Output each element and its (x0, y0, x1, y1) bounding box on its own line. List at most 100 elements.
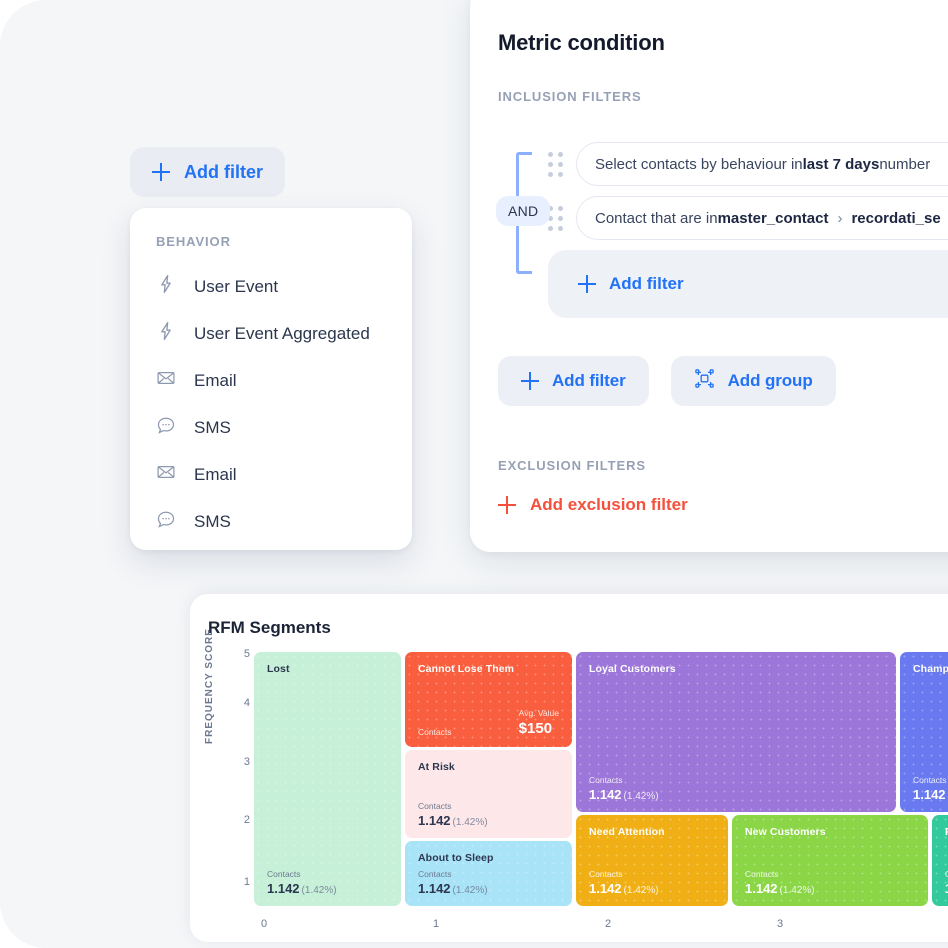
inclusion-filter-group: AND Select contacts by behaviour in last… (496, 142, 948, 318)
chat-bubble-icon (156, 415, 176, 440)
add-filter-button[interactable]: Add filter (130, 147, 285, 197)
tile-name: Cannot Lose Them (418, 663, 515, 675)
tile-footer: Contacts 1.142(1.42%) (267, 869, 388, 896)
x-axis-tick: 2 (604, 918, 612, 930)
operator-badge[interactable]: AND (496, 196, 551, 226)
tile-name: New Customers (745, 826, 826, 838)
add-filter-label: Add filter (184, 161, 263, 182)
tile-contacts-label: Contacts (913, 775, 947, 785)
filter-row: Contact that are in master_contact › recor… (548, 196, 948, 240)
tile-contacts-value: 1.142(1.42%) (418, 813, 559, 828)
treemap-tile-about-to-sleep[interactable]: About to Sleep Contacts 1.142 (1.42%) (405, 841, 572, 906)
tile-footer: Contacts 1.142(1.42%) (418, 869, 559, 896)
drag-handle-icon[interactable] (548, 151, 563, 177)
inner-add-filter-button[interactable]: Add filter (548, 250, 948, 318)
chevron-right-icon: › (837, 209, 843, 227)
tile-contacts-number: 1.142 (418, 881, 451, 896)
filter-text-bold: master_contact (717, 209, 829, 227)
tile-contacts-percent: (1.42%) (452, 885, 488, 896)
behavior-heading: BEHAVIOR (156, 234, 231, 249)
tile-contacts-number: 1.142 (267, 881, 300, 896)
tile-contacts-percent: (1.42%) (301, 885, 337, 896)
menu-item-label: Email (194, 370, 237, 390)
menu-item-label: SMS (194, 511, 231, 531)
filter-text-middle: number (879, 155, 931, 173)
y-axis-tick: 1 (243, 876, 250, 888)
tile-contacts-percent: (1.42%) (623, 885, 659, 896)
tile-contacts-label: Contacts (267, 869, 301, 879)
inclusion-filters-label: INCLUSION FILTERS (498, 89, 642, 104)
tile-footer: Contacts 1.142(1.42%) (589, 869, 715, 896)
menu-item-sms-1[interactable]: SMS (156, 404, 412, 451)
tile-contacts-percent: (1.42%) (452, 817, 488, 828)
treemap-tile-lost[interactable]: Lost Contacts 1.142 (1.42%) (254, 652, 401, 906)
behavior-dropdown-menu[interactable]: BEHAVIOR User Event User Event Aggregate… (130, 208, 412, 550)
tile-contacts-percent: (1.42%) (779, 885, 815, 896)
tile-footer: Contacts 1.142(1.42%) (418, 801, 559, 828)
x-axis-tick: 3 (776, 918, 784, 930)
x-axis-tick: 1 (432, 918, 440, 930)
filter-text-prefix: Contact that are in (595, 209, 718, 227)
menu-item-label: SMS (194, 417, 231, 437)
page-title: Metric condition (498, 30, 665, 55)
filter-condition-pill[interactable]: Select contacts by behaviour in last 7 d… (576, 142, 948, 186)
tile-contacts-value: 1.142(1.42%) (418, 881, 559, 896)
tile-name: Loyal Customers (589, 663, 676, 675)
add-group-button[interactable]: Add group (670, 356, 836, 406)
tile-contacts-number: 1.142 (589, 787, 622, 802)
exclusion-filters-label: EXCLUSION FILTERS (498, 458, 646, 473)
menu-item-label: Email (194, 464, 237, 484)
treemap-tile-loyal-customers[interactable]: Loyal Customers Contacts 1.142 (1.42%) (576, 652, 896, 812)
filter-actions: Add filter Add group (498, 356, 948, 406)
tile-contacts-value: 1.142(1.42%) (745, 881, 915, 896)
treemap-tile-new-customers[interactable]: New Customers Contacts 1.142 (1.42%) (732, 815, 928, 906)
tile-contacts-number: 1.142 (745, 881, 778, 896)
x-axis-tick: 0 (260, 918, 268, 930)
menu-item-sms-2[interactable]: SMS (156, 498, 412, 545)
envelope-icon (156, 368, 176, 393)
rfm-segments-card: RFM Segments FREQUENCY SCORE 5 4 3 2 1 0… (190, 594, 948, 942)
filter-row: Select contacts by behaviour in last 7 d… (548, 142, 948, 186)
filter-text-bold: last 7 days (802, 155, 880, 173)
treemap-plot-area: FREQUENCY SCORE 5 4 3 2 1 0 1 2 3 4 Lost… (204, 628, 948, 942)
treemap-tiles: Lost Contacts 1.142 (1.42%) Cannot Lose T… (254, 652, 948, 906)
menu-item-email-2[interactable]: Email (156, 451, 412, 498)
add-filter-button[interactable]: Add filter (498, 356, 649, 406)
plus-icon (152, 163, 170, 181)
inner-add-filter-label: Add filter (609, 274, 684, 293)
treemap-tile-champions[interactable]: Champions Contacts 1.142(1.42%) (900, 652, 948, 812)
tile-contacts-label: Contacts (745, 869, 779, 879)
filter-condition-pill[interactable]: Contact that are in master_contact › recor… (576, 196, 948, 240)
menu-item-user-event[interactable]: User Event (156, 263, 412, 310)
exclusion-section: EXCLUSION FILTERS Add exclusion filter (498, 458, 948, 519)
tile-contacts-number: 1.142 (418, 813, 451, 828)
tile-contacts-label: Contacts (589, 775, 623, 785)
tile-contacts-number: 1.142 (913, 787, 946, 802)
tile-contacts-value: 1.142(1.42%) (913, 787, 948, 802)
treemap-tile-cannot-lose-them[interactable]: Cannot Lose Them Contacts Avg. Value $15… (405, 652, 572, 747)
drag-handle-icon[interactable] (548, 205, 563, 231)
add-group-label: Add group (727, 371, 813, 390)
filter-text-bold-2: recordati_se (851, 209, 941, 227)
treemap-tile-at-risk[interactable]: At Risk Contacts 1.142 (1.42%) (405, 750, 572, 838)
treemap-tile-promising[interactable]: Promising Contacts 1.142 (932, 815, 948, 906)
bolt-icon (156, 321, 176, 346)
treemap-tile-need-attention[interactable]: Need Attention Contacts 1.142 (1.42%) (576, 815, 728, 906)
add-exclusion-filter-label: Add exclusion filter (530, 495, 688, 514)
tile-avg-value-label: Avg. Value (518, 708, 559, 718)
menu-item-email-1[interactable]: Email (156, 357, 412, 404)
add-exclusion-filter-button[interactable]: Add exclusion filter (498, 495, 688, 515)
selection-group-icon (694, 368, 715, 394)
plus-icon (578, 275, 596, 293)
metric-condition-panel: Metric condition INCLUSION FILTERS AND S… (470, 0, 948, 552)
menu-item-user-event-aggregated[interactable]: User Event Aggregated (156, 310, 412, 357)
chart-title: RFM Segments (208, 618, 331, 637)
tile-avg-value: $150 (518, 720, 553, 737)
tile-name: Need Attention (589, 826, 665, 838)
y-axis-tick: 4 (243, 697, 250, 709)
tile-contacts-number: 1.142 (589, 881, 622, 896)
tile-contacts-label: Contacts (418, 869, 452, 879)
menu-item-label: User Event (194, 276, 279, 296)
tile-contacts-percent: (1.42%) (623, 791, 659, 802)
inner-add-filter-link[interactable]: Add filter (578, 274, 684, 294)
